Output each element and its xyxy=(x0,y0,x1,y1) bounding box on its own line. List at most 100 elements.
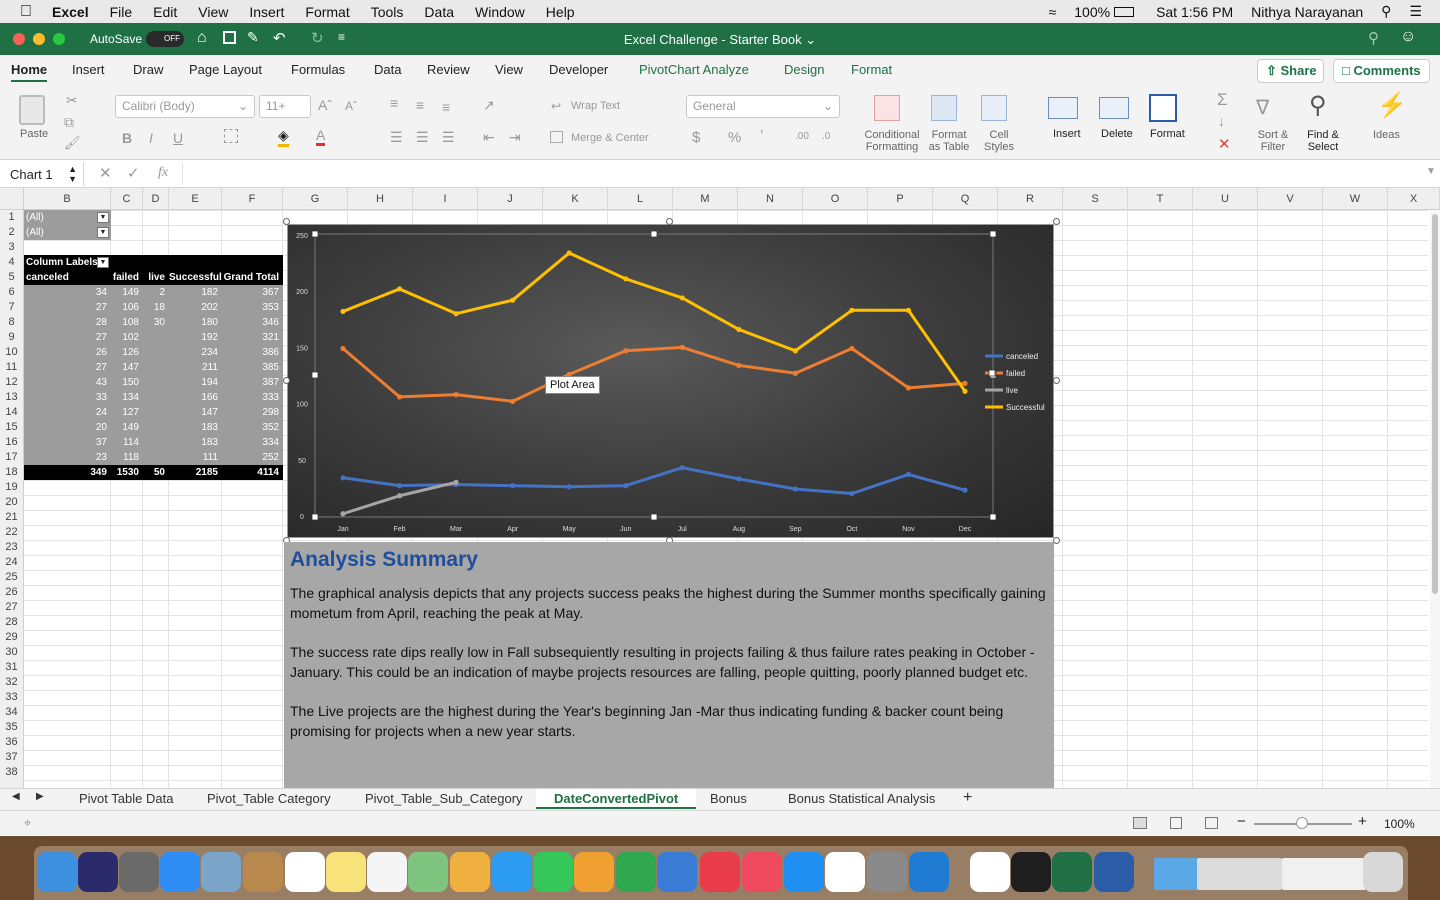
control-center-icon[interactable]: ☰ xyxy=(1409,3,1422,20)
pivot-cell[interactable] xyxy=(143,435,169,450)
find-select-icon[interactable]: ⚲ xyxy=(1309,91,1327,120)
formula-input[interactable] xyxy=(182,163,1422,185)
chart-resize-handle[interactable] xyxy=(1053,537,1060,544)
underline-button[interactable]: U xyxy=(173,130,183,146)
pivot-cell[interactable]: 30 xyxy=(143,315,169,330)
menu-data[interactable]: Data xyxy=(424,4,454,20)
insert-cells-icon[interactable] xyxy=(1048,97,1078,119)
pivot-cell[interactable]: 37 xyxy=(24,435,111,450)
pivot-cell[interactable] xyxy=(143,390,169,405)
column-header-v[interactable]: V xyxy=(1258,188,1323,210)
pivot-cell[interactable]: 27 xyxy=(24,360,111,375)
pivot-cell[interactable]: 194 xyxy=(169,375,222,390)
dock-downloads-folder-icon[interactable] xyxy=(1154,858,1198,890)
row-header-26[interactable]: 26 xyxy=(0,585,23,600)
column-header-l[interactable]: L xyxy=(608,188,673,210)
column-header-f[interactable]: F xyxy=(222,188,283,210)
dock-numbers-icon[interactable] xyxy=(616,852,656,892)
pivot-cell[interactable]: 33 xyxy=(24,390,111,405)
row-header-8[interactable]: 8 xyxy=(0,315,23,330)
confirm-entry-icon[interactable]: ✓ xyxy=(127,164,140,182)
sheet-tab-pivot-table-category[interactable]: Pivot_Table Category xyxy=(207,791,331,806)
row-header-10[interactable]: 10 xyxy=(0,345,23,360)
conditional-formatting-icon[interactable] xyxy=(874,95,900,121)
increase-decimal-icon[interactable]: .00 xyxy=(795,131,809,142)
pivot-cell[interactable] xyxy=(143,330,169,345)
pivot-cell[interactable]: 2 xyxy=(143,285,169,300)
column-header-i[interactable]: I xyxy=(413,188,478,210)
chart-resize-handle[interactable] xyxy=(666,218,673,225)
pivot-cell[interactable]: 211 xyxy=(169,360,222,375)
pivot-cell[interactable]: 27 xyxy=(24,330,111,345)
row-header-12[interactable]: 12 xyxy=(0,375,23,390)
column-header-t[interactable]: T xyxy=(1128,188,1193,210)
pivot-cell[interactable]: 24 xyxy=(24,405,111,420)
row-header-1[interactable]: 1 xyxy=(0,210,23,225)
pivot-cell[interactable]: 18 xyxy=(143,300,169,315)
sheet-tab-pivot-table-sub-category[interactable]: Pivot_Table_Sub_Category xyxy=(365,791,523,806)
dock-facetime-icon[interactable] xyxy=(533,852,573,892)
filter-dropdown-icon[interactable]: ▼ xyxy=(97,227,109,238)
name-box[interactable]: Chart 1 ▲ ▼ xyxy=(0,162,84,186)
chart-svg[interactable]: 0 50 100 150 200 250 Jan Feb Mar Apr May Jun Jul Aug S… xyxy=(288,225,1055,539)
pivot-cell[interactable]: 387 xyxy=(222,375,283,390)
pivot-cell[interactable]: 28 xyxy=(24,315,111,330)
currency-icon[interactable]: $ xyxy=(692,129,700,146)
apple-icon[interactable]:  xyxy=(20,3,32,21)
align-left-icon[interactable]: ☰ xyxy=(390,129,403,146)
dock-preview-icon[interactable] xyxy=(201,852,241,892)
row-header-34[interactable]: 34 xyxy=(0,705,23,720)
menu-file[interactable]: File xyxy=(110,4,133,20)
row-header-6[interactable]: 6 xyxy=(0,285,23,300)
share-button[interactable]: ⇧ Share xyxy=(1257,59,1324,83)
row-header-33[interactable]: 33 xyxy=(0,690,23,705)
pivot-cell[interactable]: 147 xyxy=(111,360,143,375)
row-header-29[interactable]: 29 xyxy=(0,630,23,645)
row-header-7[interactable]: 7 xyxy=(0,300,23,315)
format-as-table-icon[interactable] xyxy=(931,95,957,121)
chart-resize-handle[interactable] xyxy=(283,218,290,225)
sheet-tab-bonus-statistical-analysis[interactable]: Bonus Statistical Analysis xyxy=(788,791,935,806)
pivot-cell[interactable]: 150 xyxy=(111,375,143,390)
pivot-cell[interactable] xyxy=(143,405,169,420)
dock-safari-icon[interactable] xyxy=(160,852,200,892)
paste-button[interactable]: Paste xyxy=(20,128,48,140)
dock-contacts-icon[interactable] xyxy=(243,852,283,892)
find-select-button[interactable]: Find & Select xyxy=(1302,129,1344,153)
scroll-tabs-left-icon[interactable]: ◀ xyxy=(12,791,20,802)
decrease-font-icon[interactable]: Aˇ xyxy=(345,99,357,113)
vertical-scroll-thumb[interactable] xyxy=(1432,214,1438,594)
dock-calendar-icon[interactable] xyxy=(285,852,325,892)
zoom-slider-thumb[interactable] xyxy=(1296,817,1308,829)
tab-home[interactable]: Home xyxy=(11,62,48,82)
tab-pivotchart-analyze[interactable]: PivotChart Analyze xyxy=(639,62,749,77)
pivot-cell[interactable] xyxy=(143,360,169,375)
user-name[interactable]: Nithya Narayanan xyxy=(1251,4,1363,20)
pivot-cell[interactable]: 118 xyxy=(111,450,143,465)
column-header-c[interactable]: C xyxy=(111,188,143,210)
sheet-tab-pivot-table-data[interactable]: Pivot Table Data xyxy=(79,791,173,806)
cell-styles-icon[interactable] xyxy=(981,95,1007,121)
pivot-cell[interactable]: 234 xyxy=(169,345,222,360)
chart-resize-handle[interactable] xyxy=(1053,218,1060,225)
dock-reminders-icon[interactable] xyxy=(367,852,407,892)
pivot-cell[interactable]: 102 xyxy=(111,330,143,345)
dock-music-icon[interactable] xyxy=(742,852,782,892)
pivot-cell[interactable]: 386 xyxy=(222,345,283,360)
search-icon[interactable]: ⚲ xyxy=(1368,29,1379,47)
pivot-cell[interactable]: 108 xyxy=(111,315,143,330)
expand-formula-icon[interactable]: ▼ xyxy=(1426,166,1436,177)
pivot-cell[interactable]: 183 xyxy=(169,435,222,450)
column-header-o[interactable]: O xyxy=(803,188,868,210)
pivot-header-grand-total[interactable]: Grand Total xyxy=(222,270,283,285)
dock-keynote-icon[interactable] xyxy=(657,852,697,892)
font-name-dropdown[interactable]: Calibri (Body) ⌄ xyxy=(115,95,255,118)
dock-excel-icon[interactable] xyxy=(1052,852,1092,892)
pivot-cell[interactable]: 192 xyxy=(169,330,222,345)
dock-photos-icon[interactable] xyxy=(450,852,490,892)
align-right-icon[interactable]: ☰ xyxy=(442,129,455,146)
column-header-s[interactable]: S xyxy=(1063,188,1128,210)
font-color-icon[interactable]: A xyxy=(316,127,326,146)
dock-chrome-icon[interactable] xyxy=(825,852,865,892)
format-painter-icon[interactable]: 🖌 xyxy=(64,135,81,151)
